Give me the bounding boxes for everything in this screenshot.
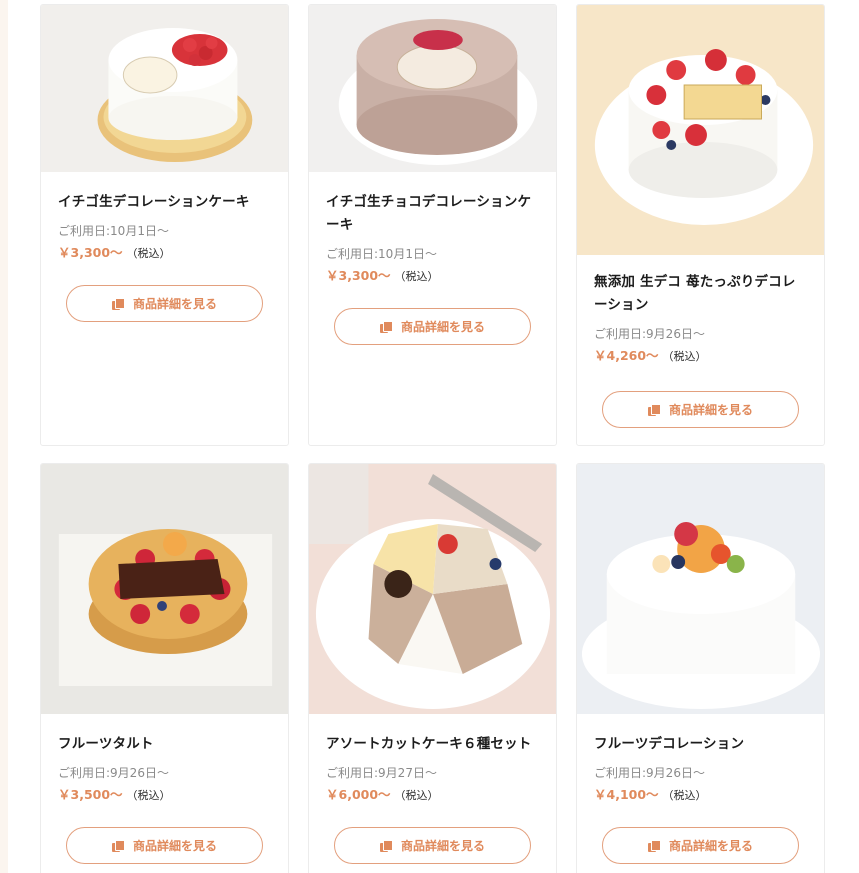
price: ￥3,500〜 bbox=[58, 787, 123, 802]
product-title[interactable]: イチゴ生デコレーションケーキ bbox=[58, 191, 271, 214]
copy-icon bbox=[111, 839, 125, 852]
chocolate-cake-photo bbox=[309, 5, 556, 172]
view-details-label: 商品詳細を見る bbox=[132, 839, 217, 853]
product-card: アソートカットケーキ６種セット ご利用日:9月27日〜 ￥6,000〜 （税込） … bbox=[308, 463, 557, 873]
view-details-label: 商品詳細を見る bbox=[400, 320, 485, 334]
product-grid-page: イチゴ生デコレーションケーキ ご利用日:10月1日〜 ￥3,300〜 （税込） 商… bbox=[0, 0, 859, 873]
copy-icon bbox=[379, 320, 393, 333]
price-row: ￥4,100〜 （税込） bbox=[594, 787, 807, 804]
view-details-button[interactable]: 商品詳細を見る bbox=[602, 391, 799, 428]
tax-label: （税込） bbox=[662, 350, 707, 363]
product-card: 無添加 生デコ 苺たっぷりデコレーション ご利用日:9月26日〜 ￥4,260〜… bbox=[576, 4, 825, 446]
fruit-decoration-cake-photo bbox=[577, 464, 824, 714]
availability-date: ご利用日:9月26日〜 bbox=[58, 766, 169, 780]
product-image[interactable] bbox=[41, 5, 288, 172]
price: ￥3,300〜 bbox=[58, 245, 123, 260]
fruit-tart-photo bbox=[41, 464, 288, 714]
tax-label: （税込） bbox=[394, 270, 439, 283]
tax-label: （税込） bbox=[126, 789, 171, 802]
tax-label: （税込） bbox=[394, 789, 439, 802]
product-title[interactable]: イチゴ生チョコデコレーションケーキ bbox=[326, 191, 539, 237]
availability-date: ご利用日:9月27日〜 bbox=[326, 766, 437, 780]
product-card: フルーツデコレーション ご利用日:9月26日〜 ￥4,100〜 （税込） 商品詳細… bbox=[576, 463, 825, 873]
availability-date: ご利用日:10月1日〜 bbox=[326, 247, 437, 261]
product-image[interactable] bbox=[309, 464, 556, 714]
price: ￥3,300〜 bbox=[326, 268, 391, 283]
copy-icon bbox=[647, 839, 661, 852]
product-card: フルーツタルト ご利用日:9月26日〜 ￥3,500〜 （税込） 商品詳細を見る bbox=[40, 463, 289, 873]
price: ￥6,000〜 bbox=[326, 787, 391, 802]
view-details-label: 商品詳細を見る bbox=[668, 839, 753, 853]
product-card: イチゴ生デコレーションケーキ ご利用日:10月1日〜 ￥3,300〜 （税込） 商… bbox=[40, 4, 289, 446]
view-details-button[interactable]: 商品詳細を見る bbox=[334, 827, 531, 864]
copy-icon bbox=[379, 839, 393, 852]
price-row: ￥3,500〜 （税込） bbox=[58, 787, 271, 804]
product-image[interactable] bbox=[577, 5, 824, 255]
price-row: ￥6,000〜 （税込） bbox=[326, 787, 539, 804]
view-details-button[interactable]: 商品詳細を見る bbox=[66, 827, 263, 864]
availability-date: ご利用日:9月26日〜 bbox=[594, 766, 705, 780]
strawberry-cake-photo bbox=[41, 5, 288, 172]
view-details-button[interactable]: 商品詳細を見る bbox=[66, 285, 263, 322]
product-image[interactable] bbox=[41, 464, 288, 714]
assorted-cut-cake-photo bbox=[309, 464, 556, 714]
product-title[interactable]: アソートカットケーキ６種セット bbox=[326, 733, 539, 756]
availability-date: ご利用日:10月1日〜 bbox=[58, 224, 169, 238]
strawberry-decoration-cake-photo bbox=[577, 5, 824, 255]
view-details-label: 商品詳細を見る bbox=[668, 403, 753, 417]
copy-icon bbox=[111, 297, 125, 310]
price-row: ￥3,300〜 （税込） bbox=[326, 268, 539, 285]
product-title[interactable]: フルーツタルト bbox=[58, 733, 271, 756]
view-details-label: 商品詳細を見る bbox=[132, 297, 217, 311]
copy-icon bbox=[647, 403, 661, 416]
product-title[interactable]: 無添加 生デコ 苺たっぷりデコレーション bbox=[594, 271, 807, 317]
view-details-button[interactable]: 商品詳細を見る bbox=[602, 827, 799, 864]
product-image[interactable] bbox=[309, 5, 556, 172]
product-image[interactable] bbox=[577, 464, 824, 714]
product-title[interactable]: フルーツデコレーション bbox=[594, 733, 807, 756]
view-details-button[interactable]: 商品詳細を見る bbox=[334, 308, 531, 345]
product-card: イチゴ生チョコデコレーションケーキ ご利用日:10月1日〜 ￥3,300〜 （税込… bbox=[308, 4, 557, 446]
availability-date: ご利用日:9月26日〜 bbox=[594, 327, 705, 341]
tax-label: （税込） bbox=[662, 789, 707, 802]
price: ￥4,260〜 bbox=[594, 348, 659, 363]
tax-label: （税込） bbox=[126, 247, 171, 260]
view-details-label: 商品詳細を見る bbox=[400, 839, 485, 853]
price: ￥4,100〜 bbox=[594, 787, 659, 802]
price-row: ￥3,300〜 （税込） bbox=[58, 245, 271, 262]
page-left-margin bbox=[0, 0, 8, 873]
price-row: ￥4,260〜 （税込） bbox=[594, 348, 807, 365]
